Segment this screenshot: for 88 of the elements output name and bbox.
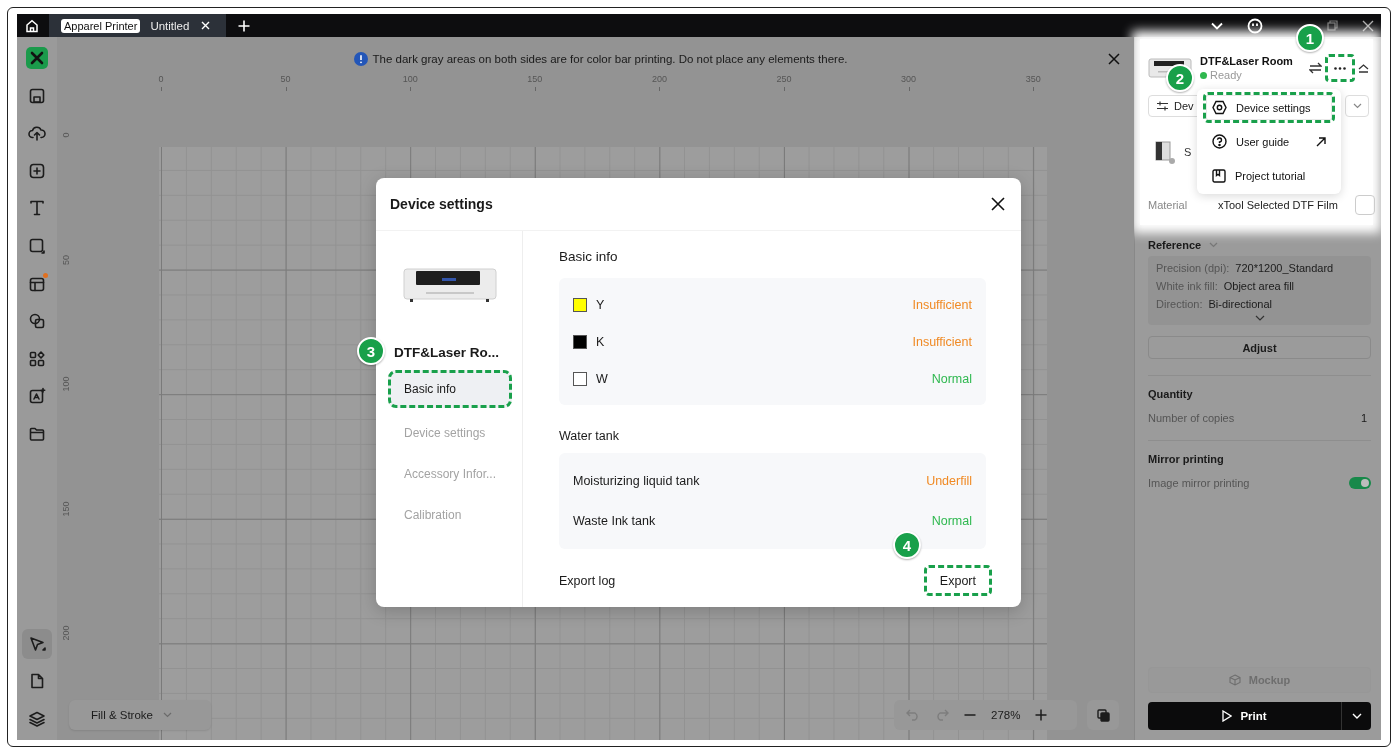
device-name: DTF&Laser Ro... [394, 345, 499, 360]
ruler-label: 100 [401, 74, 419, 84]
ink-label: W [596, 371, 609, 386]
ruler-label: 350 [1024, 74, 1042, 84]
ruler-label: 250 [775, 74, 793, 84]
setting-value: Object area fill [1223, 280, 1295, 292]
copies-label: Number of copies [1148, 412, 1235, 424]
more-icon [1334, 66, 1346, 70]
section-heading: Basic info [559, 249, 619, 264]
device-name: DTF&Laser Room [1200, 55, 1294, 67]
printer-icon [1154, 139, 1176, 165]
print-button[interactable]: Print [1148, 702, 1341, 730]
ink-label: K [596, 334, 606, 349]
shapes-icon[interactable] [28, 312, 46, 331]
close-icon[interactable] [991, 197, 1005, 211]
help-icon [1212, 134, 1227, 149]
cloud-upload-icon[interactable] [28, 124, 46, 143]
swap-icon[interactable] [1309, 62, 1322, 74]
toggle-switch[interactable] [1349, 477, 1371, 489]
chevron-down-icon [1351, 713, 1362, 719]
settings-icon [1212, 100, 1227, 115]
adjust-button[interactable]: Adjust [1148, 336, 1371, 359]
copy-button[interactable] [1087, 700, 1119, 730]
close-icon[interactable] [1362, 19, 1374, 32]
chevron-down-icon [163, 712, 172, 718]
setting-label: White ink fill: [1156, 280, 1218, 292]
save-icon[interactable] [28, 86, 46, 105]
setting-value: Bi-directional [1208, 298, 1273, 310]
step-number-badge: 3 [357, 337, 385, 365]
apps-icon[interactable] [28, 349, 46, 368]
tank-status: Normal [931, 514, 972, 528]
nav-item[interactable]: Basic info [388, 370, 512, 408]
ruler-label: 150 [526, 74, 544, 84]
setting-label: Precision (dpi): [1156, 262, 1230, 274]
copy-icon [1096, 708, 1110, 722]
notice-text: The dark gray areas on both sides are for color bar printing. Do not place any elements there. [353, 52, 848, 66]
sliders-icon [1157, 101, 1168, 111]
ink-status: Insufficient [912, 297, 972, 312]
zoom-level: 278% [991, 709, 1021, 721]
export-button[interactable]: Export [923, 565, 992, 596]
material-value: xTool Selected DTF Film [1218, 199, 1339, 211]
copies-value[interactable]: 1 [1360, 412, 1371, 424]
section-heading: Reference [1148, 239, 1202, 251]
fill-stroke-dropdown[interactable]: Fill & Stroke [69, 700, 211, 730]
tank-label: Moisturizing liquid tank [573, 474, 701, 488]
dialog-title: Device settings [390, 196, 493, 212]
close-icon[interactable] [1108, 53, 1120, 65]
zoom-in-icon[interactable] [1035, 709, 1048, 721]
add-tab-icon[interactable] [238, 19, 250, 32]
ink-label: Y [596, 297, 606, 312]
cube-icon [1228, 674, 1241, 686]
setting-value: 720*1200_Standard [1235, 262, 1334, 274]
tool-button[interactable] [22, 628, 52, 659]
sparkle-square-icon[interactable] [28, 387, 46, 406]
tank-status: Underfill [926, 474, 972, 488]
setting-label: Direction: [1156, 298, 1203, 310]
slot-label: S [1184, 146, 1192, 158]
pointer-icon[interactable] [28, 634, 46, 653]
export-log-label: Export log [559, 573, 616, 588]
material-swatch[interactable] [1355, 195, 1375, 215]
ink-status: Normal [931, 371, 972, 386]
document-tab[interactable]: Untitled [150, 19, 211, 32]
text-tool-icon[interactable] [28, 199, 46, 218]
layers-icon[interactable] [28, 710, 46, 728]
page-icon[interactable] [28, 672, 46, 691]
tank-label: Waste Ink tank [573, 514, 657, 528]
collapse-icon[interactable] [1358, 63, 1369, 73]
home-icon[interactable] [25, 18, 39, 33]
bookmark-icon [1212, 168, 1226, 183]
device-status: Ready [1200, 69, 1303, 81]
section-heading: Water tank [559, 429, 620, 443]
mode-label: Apparel Printer [61, 18, 141, 33]
step-number-badge: 1 [1296, 24, 1324, 52]
restore-icon[interactable] [1327, 20, 1338, 31]
menu-item[interactable]: Device settings [1203, 92, 1335, 123]
ink-status: Insufficient [912, 334, 972, 349]
mirror-label: Image mirror printing [1148, 477, 1250, 489]
play-icon [1222, 710, 1233, 722]
section-heading: Mirror printing [1148, 453, 1225, 465]
face-icon[interactable] [1247, 17, 1263, 34]
material-label: Material [1148, 199, 1189, 211]
print-options-button[interactable] [1341, 702, 1371, 730]
section-heading: Quantity [1148, 388, 1194, 400]
plus-square-icon[interactable] [28, 161, 46, 180]
square-icon[interactable] [28, 236, 46, 255]
info-icon [353, 52, 368, 66]
chevron-down-icon [1352, 103, 1362, 109]
ruler-label: 200 [61, 624, 71, 643]
